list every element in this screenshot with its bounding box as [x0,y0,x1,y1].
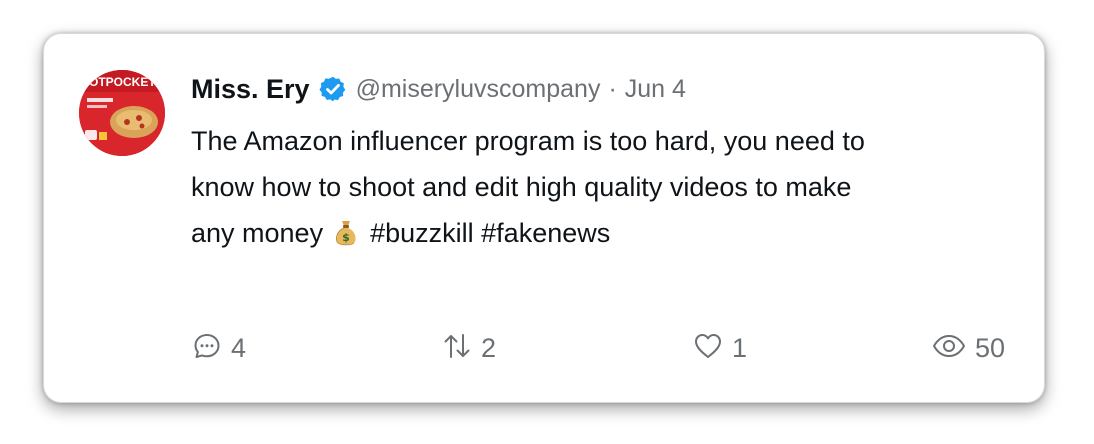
screenshot-stage: HOTPOCKETS Miss. Ery @miseryluvscompany … [0,0,1094,444]
post-date[interactable]: Jun 4 [625,75,686,104]
post-text-line: The Amazon influencer program is too har… [191,126,865,156]
post-actions: 4 2 1 50 [191,330,1016,366]
post-text-line: any money $ #buzzkill #fakenews [191,210,1031,256]
author-name[interactable]: Miss. Ery [191,74,310,105]
hashtags[interactable]: #buzzkill #fakenews [370,218,610,248]
avatar-logo-text: HOTPOCKETS [80,75,163,89]
author-handle[interactable]: @miseryluvscompany [356,75,601,104]
post-text-segment: any money [191,218,324,248]
svg-text:$: $ [342,231,350,244]
post-header: Miss. Ery @miseryluvscompany · Jun 4 [191,70,686,108]
money-bag-icon: $ [333,214,359,246]
eye-icon [931,330,967,367]
reply-icon [191,330,223,367]
hot-pockets-box-icon: HOTPOCKETS [79,70,165,156]
reply-count: 4 [231,332,247,363]
repost-count: 2 [481,332,497,363]
like-count: 1 [732,332,748,363]
repost-icon [441,330,473,367]
reply-button[interactable]: 4 [191,330,246,366]
post-text-line: know how to shoot and edit high quality … [191,164,1031,210]
views-count: 50 [975,332,1006,363]
post-text-segment: know how to shoot and edit high quality … [191,172,852,202]
post-card[interactable]: HOTPOCKETS Miss. Ery @miseryluvscompany … [43,33,1045,403]
post-text: The Amazon influencer program is too har… [191,118,1031,256]
avatar[interactable]: HOTPOCKETS [79,70,165,156]
views-button[interactable]: 50 [931,330,1005,366]
heart-icon [692,330,724,367]
like-button[interactable]: 1 [692,330,747,366]
header-separator: · [608,74,617,103]
repost-button[interactable]: 2 [441,330,496,366]
verified-badge-icon [319,75,347,103]
